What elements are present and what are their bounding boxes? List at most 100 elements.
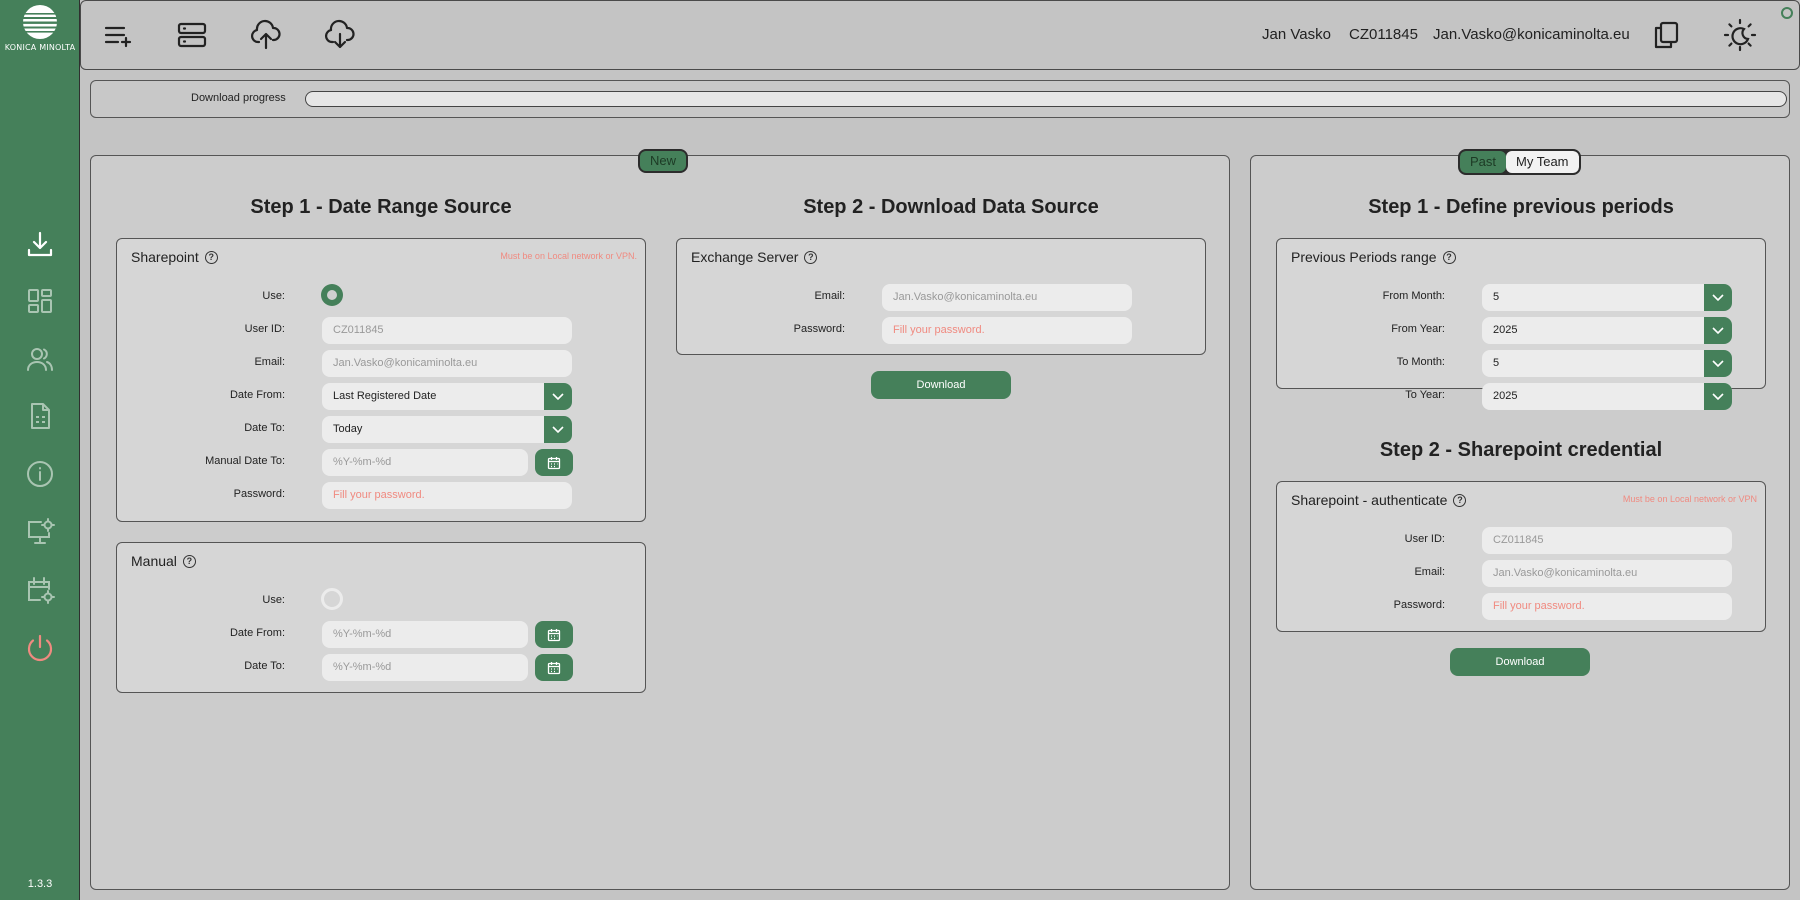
auth-card-title: Sharepoint - authenticate ? [1291,492,1467,508]
cloud-upload-icon[interactable] [249,18,283,52]
progress-label: Download progress [191,92,286,104]
download-progress-panel: Download progress [90,80,1790,118]
manual-date-from-field[interactable]: %Y-%m-%d [322,621,528,648]
help-icon[interactable]: ? [1453,493,1467,507]
auth-email-field[interactable]: Jan.Vasko@konicaminolta.eu [1482,560,1732,587]
chevron-down-icon[interactable] [1704,383,1732,410]
exchange-title: Exchange Server [691,249,799,265]
date-to-label: Date To: [244,660,285,672]
manual-card-title: Manual ? [131,553,196,569]
manual-date-to-field[interactable]: %Y-%m-%d [322,654,528,681]
user-id: CZ011845 [1349,26,1418,43]
date-from-label: Date From: [229,627,285,639]
to-year-label: To Year: [1405,389,1445,401]
exchange-email-field[interactable]: Jan.Vasko@konicaminolta.eu [882,284,1132,311]
help-icon[interactable]: ? [1442,250,1456,264]
info-icon[interactable] [24,458,56,490]
spreadsheet-icon[interactable] [24,400,56,432]
logo-text: KONICA MINOLTA [4,43,76,52]
help-icon[interactable]: ? [182,554,196,568]
tab-new[interactable]: New [638,149,689,173]
chevron-down-icon[interactable] [544,383,572,410]
date-to-select[interactable]: Today [322,416,572,443]
dashboard-icon[interactable] [24,285,56,317]
right-step1-title: Step 1 - Define previous periods [1368,196,1674,218]
monitor-gear-icon[interactable] [24,516,56,548]
exchange-password-field[interactable]: Fill your password. [882,317,1132,344]
tab-my-team[interactable]: My Team [1506,151,1579,173]
step2-title: Step 2 - Download Data Source [803,196,1099,218]
sharepoint-card-title: Sharepoint ? [131,249,218,265]
periods-card-title: Previous Periods range ? [1291,249,1456,265]
sharepoint-user-id-field[interactable]: CZ011845 [322,317,572,344]
theme-toggle-icon[interactable] [1723,18,1757,52]
sharepoint-use-radio[interactable] [321,284,343,306]
to-month-label: To Month: [1396,356,1445,368]
previous-periods-card: Previous Periods range ? From Month: 5 F… [1276,238,1766,410]
from-month-label: From Month: [1382,290,1445,302]
add-list-icon[interactable] [101,18,135,52]
auth-user-id-field[interactable]: CZ011845 [1482,527,1732,554]
from-month-selected: 5 [1493,291,1500,303]
new-download-panel: New Step 1 - Date Range Source Step 2 - … [90,149,1230,890]
email-label: Email: [254,356,285,368]
user-id-label: User ID: [244,323,285,335]
step1-title: Step 1 - Date Range Source [250,196,512,218]
users-icon[interactable] [24,343,56,375]
download-icon[interactable] [24,228,56,260]
date-from-label: Date From: [229,389,285,401]
help-icon[interactable]: ? [204,250,218,264]
manual-use-radio[interactable] [321,588,343,610]
sharepoint-auth-card: Sharepoint - authenticate ? Must be on L… [1276,481,1766,632]
user-name: Jan Vasko [1262,26,1331,43]
mode-tabs: Past My Team [1458,149,1581,175]
auth-title: Sharepoint - authenticate [1291,492,1448,508]
from-year-select[interactable]: 2025 [1482,317,1732,344]
calendar-gear-icon[interactable] [24,574,56,606]
calendar-icon[interactable] [535,621,573,648]
sharepoint-card: Sharepoint ? Must be on Local network or… [116,238,646,522]
password-label: Password: [233,488,285,500]
calendar-icon[interactable] [535,449,573,476]
connection-status-icon [1781,7,1793,19]
to-month-selected: 5 [1493,357,1500,369]
date-to-label: Date To: [244,422,285,434]
copy-icon[interactable] [1649,18,1683,52]
cloud-download-icon[interactable] [323,18,357,52]
sharepoint-password-field[interactable]: Fill your password. [322,482,572,509]
logo: KONICA MINOLTA [0,4,80,52]
user-id-label: User ID: [1404,533,1445,545]
server-icon[interactable] [175,18,209,52]
to-year-selected: 2025 [1493,390,1518,402]
power-icon[interactable] [24,632,56,664]
sharepoint-email-field[interactable]: Jan.Vasko@konicaminolta.eu [322,350,572,377]
date-from-select[interactable]: Last Registered Date [322,383,572,410]
download-button[interactable]: Download [1450,648,1590,676]
top-toolbar: Jan Vasko CZ011845 Jan.Vasko@konicaminol… [80,0,1800,70]
email-label: Email: [814,290,845,302]
sidebar: KONICA MINOLTA 1.3.3 [0,0,80,900]
chevron-down-icon[interactable] [1704,284,1732,311]
manual-date-to-field[interactable]: %Y-%m-%d [322,449,528,476]
password-label: Password: [793,323,845,335]
exchange-card: Exchange Server ? Email: Jan.Vasko@konic… [676,238,1206,355]
to-month-select[interactable]: 5 [1482,350,1732,377]
chevron-down-icon[interactable] [1704,350,1732,377]
help-icon[interactable]: ? [804,250,818,264]
manual-title: Manual [131,553,177,569]
download-button[interactable]: Download [871,371,1011,399]
use-label: Use: [262,594,285,606]
from-month-select[interactable]: 5 [1482,284,1732,311]
network-warning: Must be on Local network or VPN [1622,494,1757,504]
user-email: Jan.Vasko@konicaminolta.eu [1433,26,1630,43]
tab-past[interactable]: Past [1460,151,1507,173]
chevron-down-icon[interactable] [1704,317,1732,344]
to-year-select[interactable]: 2025 [1482,383,1732,410]
date-from-selected: Last Registered Date [333,390,437,402]
app-version: 1.3.3 [27,878,53,890]
password-label: Password: [1393,599,1445,611]
chevron-down-icon[interactable] [544,416,572,443]
calendar-icon[interactable] [535,654,573,681]
exchange-card-title: Exchange Server ? [691,249,818,265]
auth-password-field[interactable]: Fill your password. [1482,593,1732,620]
